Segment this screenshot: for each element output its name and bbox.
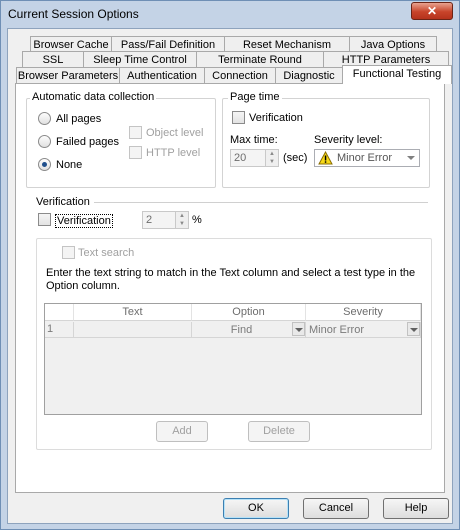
spin-down-icon[interactable]: ▼: [266, 158, 278, 166]
max-time-label: Max time:: [230, 134, 278, 146]
verification-percent-unit: %: [192, 214, 202, 226]
dialog-title: Current Session Options: [8, 7, 139, 21]
text-search-instructions: Enter the text string to match in the Te…: [46, 267, 416, 292]
all-pages-label: All pages: [56, 113, 102, 125]
max-time-unit: (sec): [283, 152, 308, 164]
none-radio[interactable]: [38, 158, 51, 171]
page-time-title: Page time: [228, 91, 282, 103]
cell-severity[interactable]: Minor Error: [306, 322, 421, 338]
title-bar[interactable]: Current Session Options ✕: [1, 1, 459, 27]
object-level-label: Object level: [146, 127, 204, 139]
chevron-down-icon: [407, 156, 415, 160]
severity-level-combo[interactable]: Minor Error: [314, 149, 420, 167]
auto-collection-title: Automatic data collection: [30, 91, 157, 103]
object-level-checkbox[interactable]: [129, 126, 142, 139]
tab-ssl[interactable]: SSL: [22, 51, 84, 68]
cell-option[interactable]: Find: [192, 322, 306, 338]
max-time-input[interactable]: 20: [230, 149, 266, 167]
functional-testing-panel: Automatic data collection All pages Fail…: [15, 83, 445, 493]
all-pages-radio[interactable]: [38, 112, 51, 125]
cell-text[interactable]: [74, 322, 192, 338]
verification-percent-input[interactable]: 2: [142, 211, 176, 229]
http-level-checkbox[interactable]: [129, 146, 142, 159]
add-button[interactable]: Add: [156, 421, 208, 442]
column-header-severity[interactable]: Severity: [306, 304, 421, 321]
tab-terminate-round[interactable]: Terminate Round: [196, 51, 324, 68]
cell-option-value: Find: [230, 324, 253, 336]
delete-button[interactable]: Delete: [248, 421, 310, 442]
http-level-label: HTTP level: [146, 147, 201, 159]
max-time-spinner[interactable]: ▲ ▼: [265, 149, 279, 167]
severity-level-label: Severity level:: [314, 134, 383, 146]
spin-up-icon[interactable]: ▲: [266, 150, 278, 158]
warning-icon: [318, 151, 333, 165]
verification-checkbox[interactable]: [38, 213, 51, 226]
text-search-checkbox[interactable]: [62, 246, 75, 259]
column-header-text[interactable]: Text: [74, 304, 192, 321]
spin-up-icon[interactable]: ▲: [176, 212, 188, 220]
cancel-button[interactable]: Cancel: [303, 498, 369, 519]
tab-connection[interactable]: Connection: [204, 67, 276, 84]
page-time-verification-checkbox[interactable]: [232, 111, 245, 124]
tab-sleep-time-control[interactable]: Sleep Time Control: [83, 51, 197, 68]
close-icon: ✕: [426, 4, 438, 18]
verification-percent-spinner[interactable]: ▲ ▼: [175, 211, 189, 229]
tab-browser-parameters[interactable]: Browser Parameters: [16, 67, 120, 84]
failed-pages-label: Failed pages: [56, 136, 119, 148]
spin-down-icon[interactable]: ▼: [176, 220, 188, 228]
auto-collection-group: [26, 98, 216, 188]
ok-button[interactable]: OK: [223, 498, 289, 519]
help-button[interactable]: Help: [383, 498, 449, 519]
page-time-verification-label: Verification: [249, 112, 303, 124]
severity-level-value: Minor Error: [337, 152, 393, 164]
row-number: 1: [45, 322, 74, 338]
severity-dropdown-icon[interactable]: [407, 322, 420, 336]
verification-divider: [94, 202, 428, 203]
option-dropdown-icon[interactable]: [292, 322, 305, 336]
column-header-option[interactable]: Option: [192, 304, 306, 321]
tab-functional-testing[interactable]: Functional Testing: [342, 65, 452, 84]
verification-checkbox-label: Verification: [55, 214, 113, 228]
grid-corner: [45, 304, 74, 321]
options-dialog: Current Session Options ✕ Browser Cache …: [0, 0, 460, 530]
tab-authentication[interactable]: Authentication: [119, 67, 205, 84]
verification-section-title: Verification: [36, 196, 90, 208]
none-label: None: [56, 159, 83, 171]
text-search-label: Text search: [78, 247, 135, 259]
tab-diagnostic[interactable]: Diagnostic: [275, 67, 343, 84]
cell-severity-value: Minor Error: [309, 324, 365, 336]
close-button[interactable]: ✕: [411, 2, 453, 20]
failed-pages-radio[interactable]: [38, 135, 51, 148]
